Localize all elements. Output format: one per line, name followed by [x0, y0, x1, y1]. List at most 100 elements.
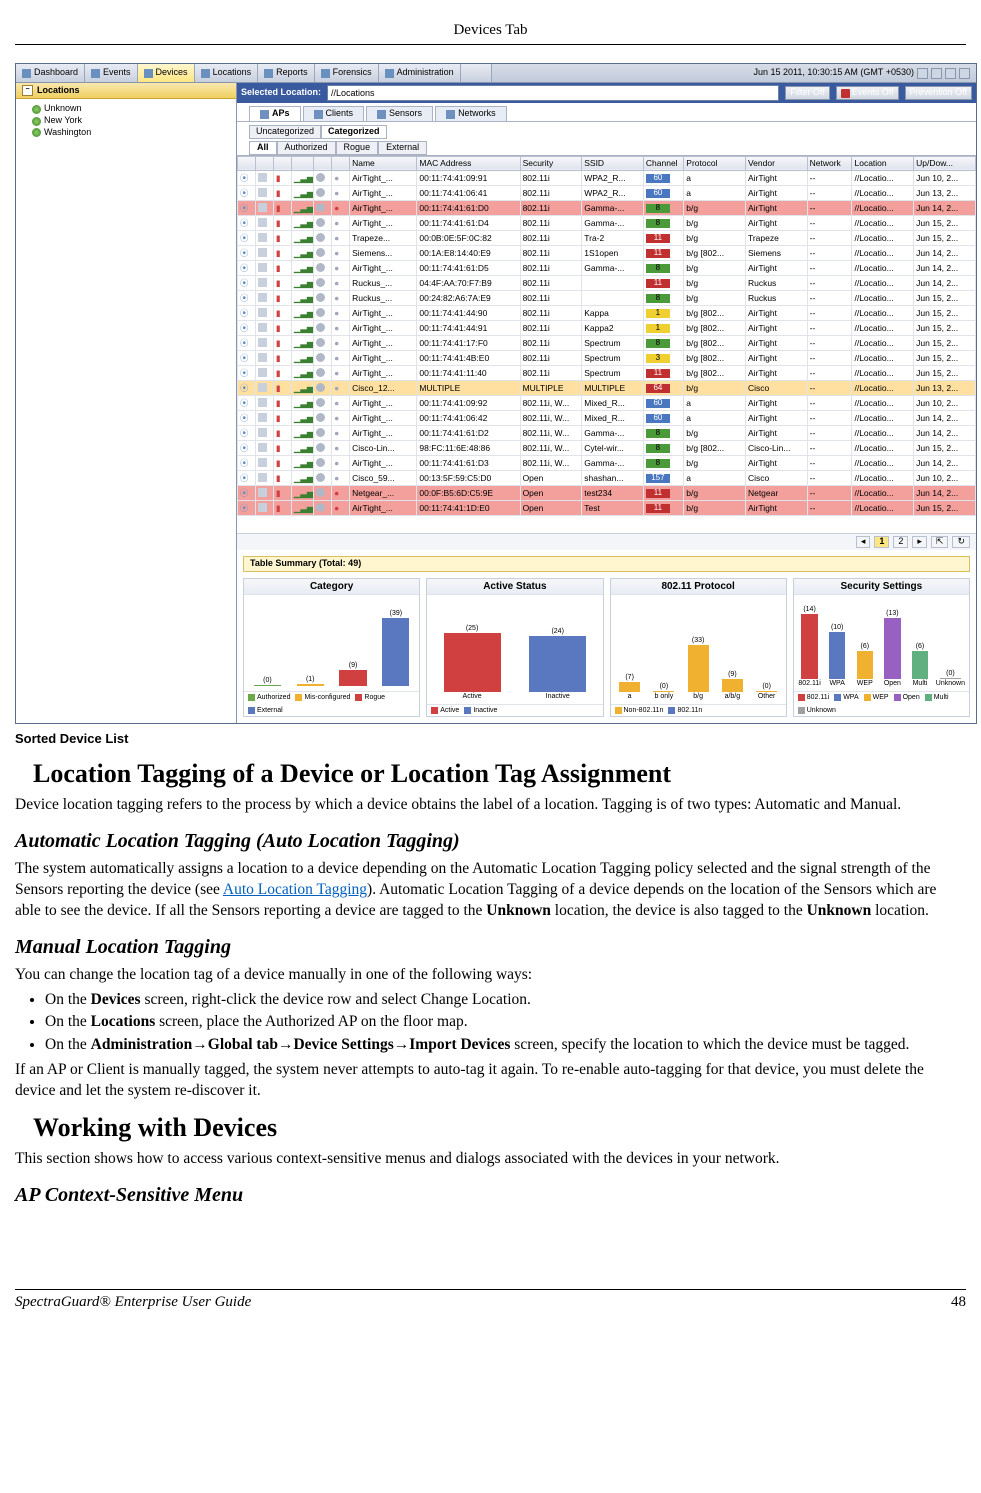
column-header[interactable]: Channel — [643, 156, 683, 170]
page-refresh[interactable]: ↻ — [952, 536, 970, 548]
device-icon — [258, 263, 267, 272]
page-export[interactable]: ⇱ — [931, 536, 949, 548]
sidebar-header[interactable]: − Locations — [16, 83, 236, 99]
table-row[interactable]: ⦿▮▁▃▅●Ruckus_...04:4F:AA:70:F7:B9802.11i… — [238, 276, 976, 291]
table-row[interactable]: ⦿▮▁▃▅●Netgear_...00:0F:B5:6D:C5:9EOpente… — [238, 486, 976, 501]
filter-off-button[interactable]: Filter Off — [785, 86, 829, 100]
device-grid[interactable]: NameMAC AddressSecuritySSIDChannelProtoc… — [237, 156, 976, 516]
link-auto-location-tagging[interactable]: Auto Location Tagging — [223, 881, 367, 898]
device-tab-networks[interactable]: Networks — [435, 106, 507, 121]
toolbar-tab-administration[interactable]: Administration — [379, 64, 461, 82]
column-header[interactable] — [273, 156, 291, 170]
device-tab-aps[interactable]: APs — [249, 106, 301, 121]
tree-item[interactable]: New York — [20, 115, 232, 127]
signal-icon: ▁▃▅ — [294, 339, 303, 348]
filter-tab-authorized[interactable]: Authorized — [277, 141, 336, 155]
table-row[interactable]: ⦿▮▁▃▅●Cisco_12...MULTIPLEMULTIPLEMULTIPL… — [238, 381, 976, 396]
table-row[interactable]: ⦿▮▁▃▅●AirTight_...00:11:74:41:17:F0802.1… — [238, 336, 976, 351]
table-row[interactable]: ⦿▮▁▃▅●AirTight_...00:11:74:41:44:90802.1… — [238, 306, 976, 321]
column-header[interactable]: Location — [852, 156, 914, 170]
close-icon[interactable] — [959, 68, 970, 79]
table-row[interactable]: ⦿▮▁▃▅●AirTight_...00:11:74:41:06:41802.1… — [238, 186, 976, 201]
selected-location-input[interactable] — [327, 85, 779, 101]
dashboard-icon — [22, 69, 31, 78]
legend-item: Active — [431, 707, 459, 715]
device-tab-sensors[interactable]: Sensors — [366, 106, 433, 121]
help-icon[interactable] — [931, 68, 942, 79]
status-icon: ▮ — [276, 369, 285, 378]
column-header[interactable]: Protocol — [684, 156, 746, 170]
table-row[interactable]: ⦿▮▁▃▅●Trapeze...00:0B:0E:5F:0C:82802.11i… — [238, 231, 976, 246]
dot-icon: ● — [334, 369, 343, 378]
disk-icon — [316, 398, 325, 407]
cat-tab-categorized[interactable]: Categorized — [321, 125, 387, 139]
device-icon — [258, 428, 267, 437]
toolbar-tab-forensics[interactable]: Forensics — [315, 64, 379, 82]
table-row[interactable]: ⦿▮▁▃▅●Cisco_59...00:13:5F:59:C5:D0Opensh… — [238, 471, 976, 486]
page-prev[interactable]: ◂ — [856, 536, 871, 548]
filter-tab-external[interactable]: External — [378, 141, 427, 155]
table-row[interactable]: ⦿▮▁▃▅●AirTight_...00:11:74:41:09:92802.1… — [238, 396, 976, 411]
table-row[interactable]: ⦿▮▁▃▅●AirTight_...00:11:74:41:44:91802.1… — [238, 321, 976, 336]
cat-tab-uncategorized[interactable]: Uncategorized — [249, 125, 321, 139]
dot-icon: ● — [334, 309, 343, 318]
minus-icon[interactable]: − — [22, 85, 33, 96]
globe-icon — [32, 117, 41, 126]
grid-header-row[interactable]: NameMAC AddressSecuritySSIDChannelProtoc… — [238, 156, 976, 170]
signal-icon: ▁▃▅ — [294, 294, 303, 303]
table-row[interactable]: ⦿▮▁▃▅●AirTight_...00:11:74:41:61:D2802.1… — [238, 426, 976, 441]
toolbar-tab-reports[interactable]: Reports — [258, 64, 315, 82]
filter-tab-rogue[interactable]: Rogue — [336, 141, 379, 155]
events-off-button[interactable]: Events Off — [836, 86, 899, 100]
table-row[interactable]: ⦿▮▁▃▅●AirTight_...00:11:74:41:4B:E0802.1… — [238, 351, 976, 366]
column-header[interactable] — [255, 156, 273, 170]
column-header[interactable]: SSID — [582, 156, 644, 170]
status-icon: ▮ — [276, 354, 285, 363]
column-header[interactable] — [332, 156, 350, 170]
column-header[interactable]: Network — [807, 156, 852, 170]
column-header[interactable] — [314, 156, 332, 170]
toolbar-tab-locations[interactable]: Locations — [195, 64, 259, 82]
toolbar-tab-events[interactable]: Events — [85, 64, 138, 82]
table-row[interactable]: ⦿▮▁▃▅●Cisco-Lin...98:FC:11:6E:48:86802.1… — [238, 441, 976, 456]
column-header[interactable]: Vendor — [745, 156, 807, 170]
tree-item[interactable]: Unknown — [20, 103, 232, 115]
table-row[interactable]: ⦿▮▁▃▅●AirTight_...00:11:74:41:61:D5802.1… — [238, 261, 976, 276]
table-row[interactable]: ⦿▮▁▃▅●Ruckus_...00:24:82:A6:7A:E9802.11i… — [238, 291, 976, 306]
page-2[interactable]: 2 — [893, 536, 908, 548]
table-row[interactable]: ⦿▮▁▃▅●AirTight_...00:11:74:41:11:40802.1… — [238, 366, 976, 381]
table-row[interactable]: ⦿▮▁▃▅●AirTight_...00:11:74:41:61:D0802.1… — [238, 201, 976, 216]
table-row[interactable]: ⦿▮▁▃▅●Siemens...00:1A:E8:14:40:E9802.11i… — [238, 246, 976, 261]
disk-icon — [316, 248, 325, 257]
signal-icon: ▁▃▅ — [294, 429, 303, 438]
device-icon — [258, 443, 267, 452]
page-next[interactable]: ▸ — [912, 536, 927, 548]
toolbar-tab-dashboard[interactable]: Dashboard — [16, 64, 85, 82]
legend-item: Rogue — [355, 694, 385, 702]
datetime-label: Jun 15 2011, 10:30:15 AM (GMT +0530) — [753, 68, 914, 78]
tree-item[interactable]: Washington — [20, 127, 232, 139]
column-header[interactable]: Security — [520, 156, 582, 170]
layout-icon[interactable] — [945, 68, 956, 79]
toolbar-tab-devices[interactable]: Devices — [138, 64, 195, 82]
column-header[interactable]: Name — [350, 156, 417, 170]
table-row[interactable]: ⦿▮▁▃▅●AirTight_...00:11:74:41:1D:E0OpenT… — [238, 501, 976, 516]
table-row[interactable]: ⦿▮▁▃▅●AirTight_...00:11:74:41:61:D4802.1… — [238, 216, 976, 231]
table-row[interactable]: ⦿▮▁▃▅●AirTight_...00:11:74:41:09:91802.1… — [238, 171, 976, 186]
device-icon — [258, 248, 267, 257]
filter-tab-all[interactable]: All — [249, 141, 277, 155]
prevention-off-button[interactable]: Prevention Off — [905, 86, 972, 100]
table-row[interactable]: ⦿▮▁▃▅●AirTight_...00:11:74:41:61:D3802.1… — [238, 456, 976, 471]
column-header[interactable] — [238, 156, 256, 170]
refresh-icon[interactable] — [917, 68, 928, 79]
table-row[interactable]: ⦿▮▁▃▅●AirTight_...00:11:74:41:06:42802.1… — [238, 411, 976, 426]
events-icon — [91, 69, 100, 78]
column-header[interactable]: MAC Address — [417, 156, 520, 170]
page-current[interactable]: 1 — [874, 536, 889, 548]
disk-icon — [316, 323, 325, 332]
para-working-intro: This section shows how to access various… — [15, 1149, 966, 1170]
signal-icon: ▁▃▅ — [294, 354, 303, 363]
column-header[interactable]: Up/Dow... — [914, 156, 976, 170]
column-header[interactable] — [291, 156, 313, 170]
device-tab-clients[interactable]: Clients — [303, 106, 365, 121]
